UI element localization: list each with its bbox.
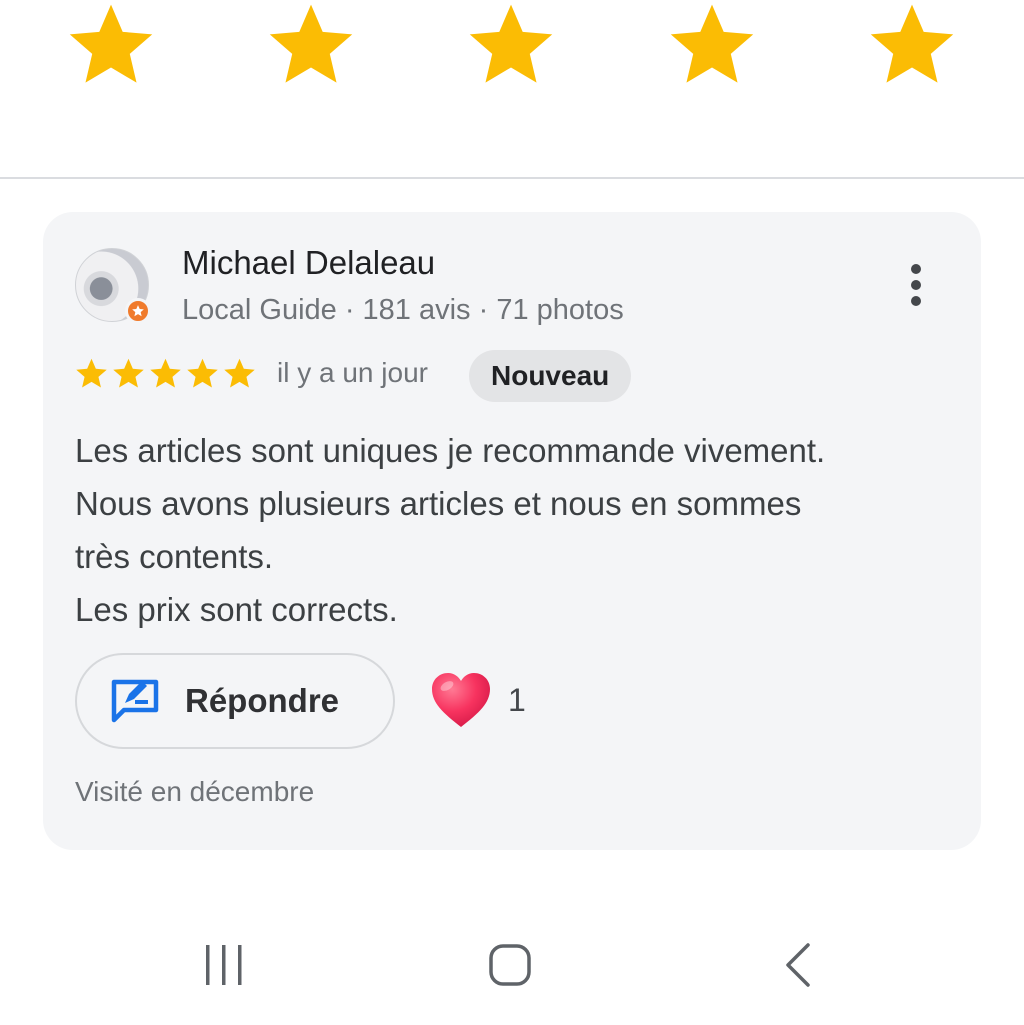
star-icon bbox=[111, 357, 146, 391]
star-icon bbox=[74, 357, 109, 391]
rate-star-1-icon[interactable] bbox=[61, 0, 161, 92]
rate-star-4-icon[interactable] bbox=[662, 0, 762, 92]
visit-date: Visité en décembre bbox=[75, 776, 315, 807]
rate-star-5-icon[interactable] bbox=[862, 0, 962, 92]
review-text-line: très contents. bbox=[75, 538, 274, 575]
system-navigation-bar bbox=[0, 930, 1024, 1000]
home-icon[interactable] bbox=[480, 940, 540, 990]
rating-stars-row bbox=[0, 0, 1024, 100]
recent-apps-icon[interactable] bbox=[194, 940, 254, 990]
author-name[interactable]: Michael Delaleau bbox=[182, 244, 435, 282]
new-badge: Nouveau bbox=[469, 350, 632, 402]
local-guide-badge-icon bbox=[125, 298, 151, 324]
review-text-line: Les articles sont uniques je recommande … bbox=[75, 432, 826, 469]
reply-button[interactable]: Répondre bbox=[75, 653, 395, 749]
rate-star-2-icon[interactable] bbox=[261, 0, 361, 92]
user-avatar[interactable] bbox=[75, 248, 151, 324]
more-vert-icon-dot bbox=[911, 264, 921, 274]
more-vert-icon-dot bbox=[911, 280, 921, 290]
review-text-line: Les prix sont corrects. bbox=[75, 591, 398, 628]
reply-label: Répondre bbox=[185, 682, 340, 719]
review-text[interactable]: Les articles sont uniques je recommande … bbox=[75, 424, 955, 636]
author-meta: Local Guide · 181 avis · 71 photos bbox=[182, 294, 624, 326]
heart-icon[interactable] bbox=[429, 670, 493, 730]
review-rating bbox=[74, 354, 259, 394]
reply-icon bbox=[111, 679, 159, 723]
review-date: il y a un jour bbox=[277, 357, 428, 388]
back-icon[interactable] bbox=[768, 940, 828, 990]
section-divider bbox=[0, 177, 1024, 179]
review-text-line: Nous avons plusieurs articles et nous en… bbox=[75, 485, 802, 522]
star-icon bbox=[222, 357, 257, 391]
review-card: Michael Delaleau Local Guide · 181 avis … bbox=[43, 212, 981, 850]
star-icon bbox=[185, 357, 220, 391]
rate-star-3-icon[interactable] bbox=[461, 0, 561, 92]
like-count: 1 bbox=[508, 682, 526, 718]
more-options-button[interactable] bbox=[899, 260, 933, 310]
more-vert-icon-dot bbox=[911, 296, 921, 306]
star-icon bbox=[148, 357, 183, 391]
